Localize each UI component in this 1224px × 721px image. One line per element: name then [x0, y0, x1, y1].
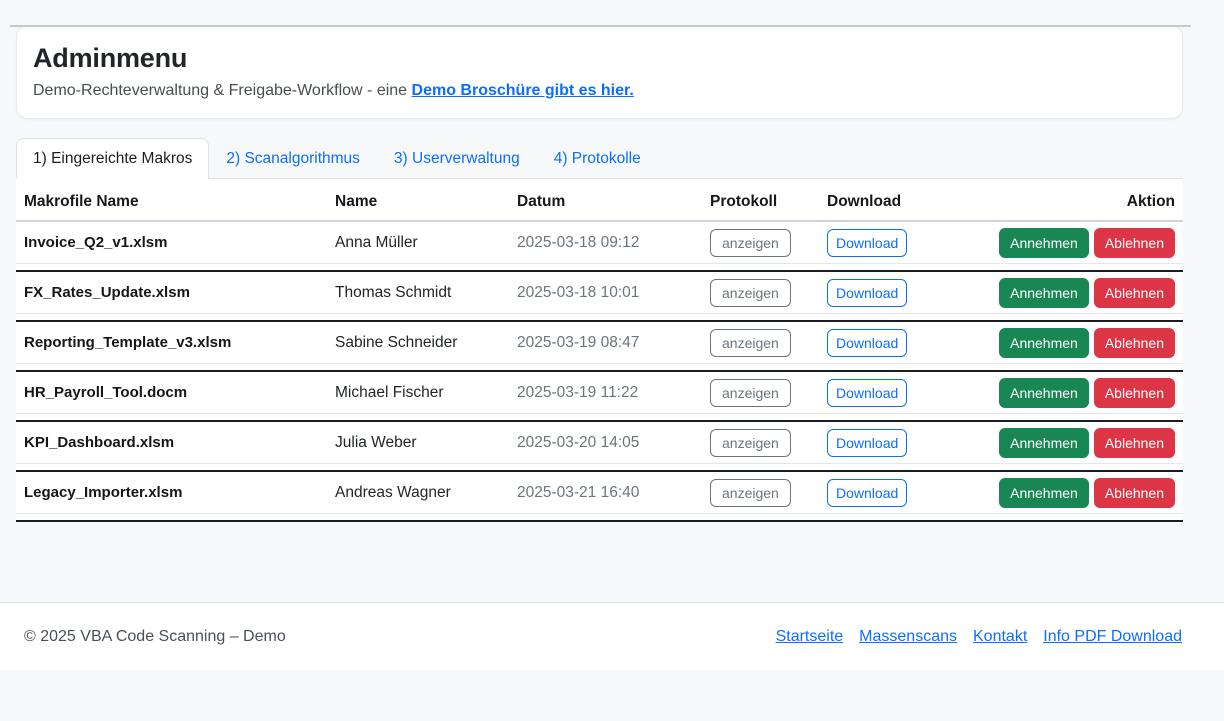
footer: © 2025 VBA Code Scanning – Demo Startsei…	[0, 602, 1224, 670]
ablehnen-button[interactable]: Ablehnen	[1094, 228, 1175, 258]
submission-date: 2025-03-18 10:01	[517, 284, 710, 302]
submitter-name: Andreas Wagner	[335, 484, 517, 502]
ablehnen-button[interactable]: Ablehnen	[1094, 478, 1175, 508]
annehmen-button[interactable]: Annehmen	[999, 278, 1089, 308]
download-button[interactable]: Download	[827, 229, 907, 257]
footer-link-startseite[interactable]: Startseite	[776, 628, 844, 646]
main-container: Adminmenu Demo-Rechteverwaltung & Freiga…	[16, 25, 1183, 522]
macro-table: Makrofile Name Name Datum Protokoll Down…	[16, 179, 1183, 522]
protokoll-anzeigen-button[interactable]: anzeigen	[710, 379, 791, 407]
download-button[interactable]: Download	[827, 429, 907, 457]
tab-bar: 1) Eingereichte Makros 2) Scanalgorithmu…	[16, 138, 1183, 179]
footer-link-massenscans[interactable]: Massenscans	[859, 628, 957, 646]
table-row: KPI_Dashboard.xlsm Julia Weber 2025-03-2…	[16, 422, 1183, 464]
ablehnen-button[interactable]: Ablehnen	[1094, 328, 1175, 358]
col-header-download: Download	[827, 192, 977, 211]
page-subtitle: Demo-Rechteverwaltung & Freigabe-Workflo…	[33, 81, 1166, 102]
annehmen-button[interactable]: Annehmen	[999, 228, 1089, 258]
col-header-protokoll: Protokoll	[710, 192, 827, 211]
col-header-aktion: Aktion	[977, 192, 1175, 211]
table-row: FX_Rates_Update.xlsm Thomas Schmidt 2025…	[16, 272, 1183, 314]
table-row: HR_Payroll_Tool.docm Michael Fischer 202…	[16, 372, 1183, 414]
tab-1[interactable]: 1) Eingereichte Makros	[16, 138, 209, 179]
protokoll-anzeigen-button[interactable]: anzeigen	[710, 429, 791, 457]
protokoll-anzeigen-button[interactable]: anzeigen	[710, 329, 791, 357]
macro-file-name: KPI_Dashboard.xlsm	[24, 434, 335, 451]
submitter-name: Michael Fischer	[335, 384, 517, 402]
table-header-row: Makrofile Name Name Datum Protokoll Down…	[16, 179, 1183, 222]
submitter-name: Sabine Schneider	[335, 334, 517, 352]
top-scroll-line	[10, 25, 1191, 27]
tab-3[interactable]: 3) Userverwaltung	[377, 138, 537, 179]
submitter-name: Thomas Schmidt	[335, 284, 517, 302]
col-header-name: Name	[335, 192, 517, 211]
macro-file-name: FX_Rates_Update.xlsm	[24, 284, 335, 301]
header-card: Adminmenu Demo-Rechteverwaltung & Freiga…	[16, 25, 1183, 119]
tab-4[interactable]: 4) Protokolle	[537, 138, 658, 179]
annehmen-button[interactable]: Annehmen	[999, 428, 1089, 458]
row-divider	[16, 520, 1183, 522]
page-title: Adminmenu	[33, 43, 1166, 74]
macro-file-name: Legacy_Importer.xlsm	[24, 484, 335, 501]
submission-date: 2025-03-19 11:22	[517, 384, 710, 402]
protokoll-anzeigen-button[interactable]: anzeigen	[710, 479, 791, 507]
footer-link-info-pdf-download[interactable]: Info PDF Download	[1043, 628, 1182, 646]
col-header-makrofile-name: Makrofile Name	[24, 192, 335, 211]
protokoll-anzeigen-button[interactable]: anzeigen	[710, 279, 791, 307]
ablehnen-button[interactable]: Ablehnen	[1094, 378, 1175, 408]
annehmen-button[interactable]: Annehmen	[999, 378, 1089, 408]
annehmen-button[interactable]: Annehmen	[999, 478, 1089, 508]
annehmen-button[interactable]: Annehmen	[999, 328, 1089, 358]
footer-copyright: © 2025 VBA Code Scanning – Demo	[24, 628, 286, 646]
table-row: Invoice_Q2_v1.xlsm Anna Müller 2025-03-1…	[16, 222, 1183, 264]
col-header-datum: Datum	[517, 192, 710, 211]
download-button[interactable]: Download	[827, 329, 907, 357]
ablehnen-button[interactable]: Ablehnen	[1094, 278, 1175, 308]
macro-file-name: Reporting_Template_v3.xlsm	[24, 334, 335, 351]
ablehnen-button[interactable]: Ablehnen	[1094, 428, 1175, 458]
tab-2[interactable]: 2) Scanalgorithmus	[209, 138, 377, 179]
submitter-name: Anna Müller	[335, 234, 517, 252]
download-button[interactable]: Download	[827, 279, 907, 307]
subtitle-text: Demo-Rechteverwaltung & Freigabe-Workflo…	[33, 82, 412, 99]
table-body: Invoice_Q2_v1.xlsm Anna Müller 2025-03-1…	[16, 222, 1183, 522]
protokoll-anzeigen-button[interactable]: anzeigen	[710, 229, 791, 257]
macro-file-name: HR_Payroll_Tool.docm	[24, 384, 335, 401]
table-row: Reporting_Template_v3.xlsm Sabine Schnei…	[16, 322, 1183, 364]
submission-date: 2025-03-21 16:40	[517, 484, 710, 502]
submission-date: 2025-03-18 09:12	[517, 234, 710, 252]
download-button[interactable]: Download	[827, 479, 907, 507]
submission-date: 2025-03-19 08:47	[517, 334, 710, 352]
footer-link-kontakt[interactable]: Kontakt	[973, 628, 1027, 646]
submitter-name: Julia Weber	[335, 434, 517, 452]
submission-date: 2025-03-20 14:05	[517, 434, 710, 452]
download-button[interactable]: Download	[827, 379, 907, 407]
footer-links: Startseite Massenscans Kontakt Info PDF …	[776, 628, 1182, 646]
demo-brochure-link[interactable]: Demo Broschüre gibt es hier.	[412, 82, 634, 99]
table-row: Legacy_Importer.xlsm Andreas Wagner 2025…	[16, 472, 1183, 514]
macro-file-name: Invoice_Q2_v1.xlsm	[24, 234, 335, 251]
